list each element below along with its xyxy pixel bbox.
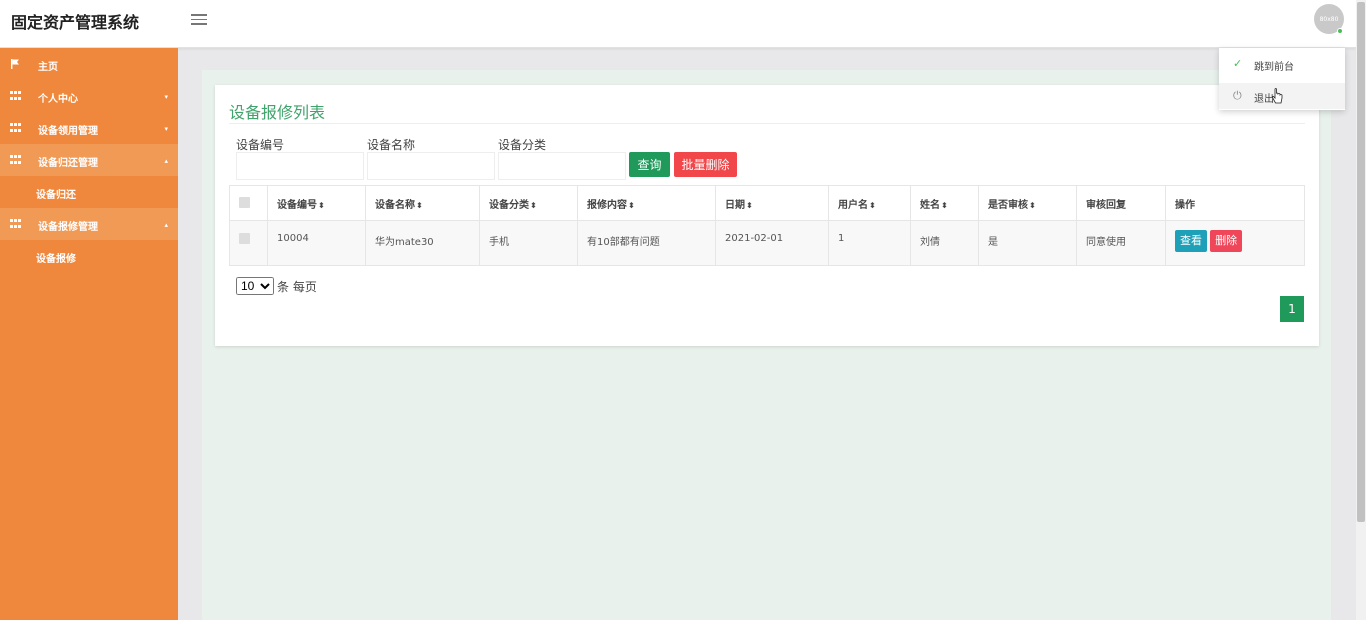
- code-input[interactable]: [236, 152, 364, 180]
- col-header-audited[interactable]: 是否审核⬍: [978, 185, 1077, 221]
- sidebar-item-label: 主页: [38, 62, 58, 73]
- pagination-page-1[interactable]: 1: [1280, 296, 1304, 322]
- sidebar-item-personal-center[interactable]: 个人中心 ▾: [0, 80, 178, 112]
- sidebar-item-label: 设备领用管理: [38, 126, 98, 137]
- table-header-row: 设备编号⬍ 设备名称⬍ 设备分类⬍ 报修内容⬍ 日期⬍ 用户名⬍ 姓名⬍ 是否审…: [229, 185, 1305, 221]
- repair-table: 设备编号⬍ 设备名称⬍ 设备分类⬍ 报修内容⬍ 日期⬍ 用户名⬍ 姓名⬍ 是否审…: [229, 185, 1305, 266]
- category-input[interactable]: [498, 152, 626, 180]
- grid-icon: [10, 123, 21, 133]
- query-button[interactable]: 查询: [629, 152, 670, 177]
- power-icon: ⏻: [1233, 89, 1242, 102]
- cell-reply: 同意使用: [1076, 220, 1166, 266]
- col-header-name[interactable]: 设备名称⬍: [365, 185, 480, 221]
- menu-item-goto-frontend[interactable]: ✓ 跳到前台: [1219, 51, 1345, 77]
- name-input[interactable]: [367, 152, 495, 180]
- sidebar-item-label: 设备归还管理: [38, 158, 98, 169]
- sort-icon: ⬍: [869, 200, 876, 210]
- col-header-category[interactable]: 设备分类⬍: [479, 185, 578, 221]
- flag-icon: [11, 59, 19, 69]
- sidebar-subitem-device-repair[interactable]: 设备报修: [0, 240, 178, 272]
- cell-username: 1: [828, 220, 911, 266]
- cell-actions: 查看 删除: [1165, 220, 1305, 266]
- chevron-down-icon: ▾: [164, 93, 168, 101]
- sidebar-item-device-return[interactable]: 设备归还管理 ▴: [0, 144, 178, 176]
- sidebar-subitem-device-return[interactable]: 设备归还: [0, 176, 178, 208]
- code-label: 设备编号: [236, 138, 285, 152]
- check-icon: ✓: [1233, 57, 1243, 70]
- chevron-up-icon: ▴: [164, 221, 168, 229]
- sidebar-item-label: 设备报修管理: [38, 222, 98, 233]
- sort-icon: ⬍: [1029, 200, 1036, 210]
- chevron-down-icon: ▾: [164, 125, 168, 133]
- scrollbar-thumb[interactable]: [1357, 2, 1365, 522]
- col-header-content[interactable]: 报修内容⬍: [577, 185, 716, 221]
- cell-content: 有10部都有问题: [577, 220, 716, 266]
- view-button[interactable]: 查看: [1175, 230, 1207, 252]
- menu-item-label: 跳到前台: [1254, 62, 1294, 73]
- divider: [229, 123, 1305, 124]
- sort-icon: ⬍: [530, 200, 537, 210]
- row-select-cell[interactable]: [229, 220, 268, 266]
- sidebar-item-device-repair[interactable]: 设备报修管理 ▴: [0, 208, 178, 240]
- page-size-suffix: 条 每页: [277, 279, 317, 294]
- menu-toggle-icon[interactable]: [191, 12, 207, 28]
- sort-icon: ⬍: [318, 200, 325, 210]
- page-size-select[interactable]: 10: [236, 277, 274, 295]
- batch-delete-button[interactable]: 批量删除: [674, 152, 737, 177]
- col-header-username[interactable]: 用户名⬍: [828, 185, 911, 221]
- page-size-control: 10 条 每页: [236, 277, 317, 295]
- sidebar-item-home[interactable]: 主页: [0, 48, 178, 80]
- sort-icon: ⬍: [941, 200, 948, 210]
- col-header-code[interactable]: 设备编号⬍: [267, 185, 366, 221]
- sidebar-item-device-borrow[interactable]: 设备领用管理 ▾: [0, 112, 178, 144]
- col-header-reply: 审核回复: [1076, 185, 1166, 221]
- app-title: 固定资产管理系统: [11, 13, 140, 32]
- sidebar-subitem-label: 设备报修: [36, 254, 76, 265]
- col-header-date[interactable]: 日期⬍: [715, 185, 829, 221]
- cell-category: 手机: [479, 220, 578, 266]
- sidebar: 主页 个人中心 ▾ 设备领用管理 ▾ 设备归还管理 ▴ 设备归还 设备报修管理 …: [0, 48, 178, 620]
- grid-icon: [10, 219, 21, 229]
- sort-icon: ⬍: [746, 200, 753, 210]
- cell-audited: 是: [978, 220, 1077, 266]
- sidebar-item-label: 个人中心: [38, 94, 78, 105]
- repair-list-panel: 设备报修列表 设备编号 设备名称 设备分类 查询 批量删除 设备编号⬍ 设备名称…: [215, 85, 1319, 346]
- sort-icon: ⬍: [628, 200, 635, 210]
- grid-icon: [10, 155, 21, 165]
- sort-icon: ⬍: [416, 200, 423, 210]
- top-header: 固定资产管理系统 80x80: [0, 0, 1356, 48]
- cell-code: 10004: [267, 220, 366, 266]
- col-header-realname[interactable]: 姓名⬍: [910, 185, 979, 221]
- cell-realname: 刘倩: [910, 220, 979, 266]
- row-checkbox[interactable]: [239, 233, 250, 244]
- col-header-actions: 操作: [1165, 185, 1305, 221]
- sidebar-subitem-label: 设备归还: [36, 190, 76, 201]
- name-label: 设备名称: [367, 138, 416, 152]
- chevron-up-icon: ▴: [164, 157, 168, 165]
- online-status-dot: [1337, 28, 1343, 34]
- select-all-cell[interactable]: [229, 185, 268, 221]
- cell-name: 华为mate30: [365, 220, 480, 266]
- delete-button[interactable]: 删除: [1210, 230, 1243, 252]
- select-all-checkbox[interactable]: [239, 197, 250, 209]
- cell-date: 2021-02-01: [715, 220, 829, 266]
- grid-icon: [10, 91, 21, 101]
- category-label: 设备分类: [498, 138, 547, 152]
- hand-cursor-icon: [1271, 88, 1283, 104]
- page-scrollbar[interactable]: [1356, 0, 1366, 620]
- table-row: 10004 华为mate30 手机 有10部都有问题 2021-02-01 1 …: [229, 220, 1305, 266]
- page-title: 设备报修列表: [229, 103, 326, 122]
